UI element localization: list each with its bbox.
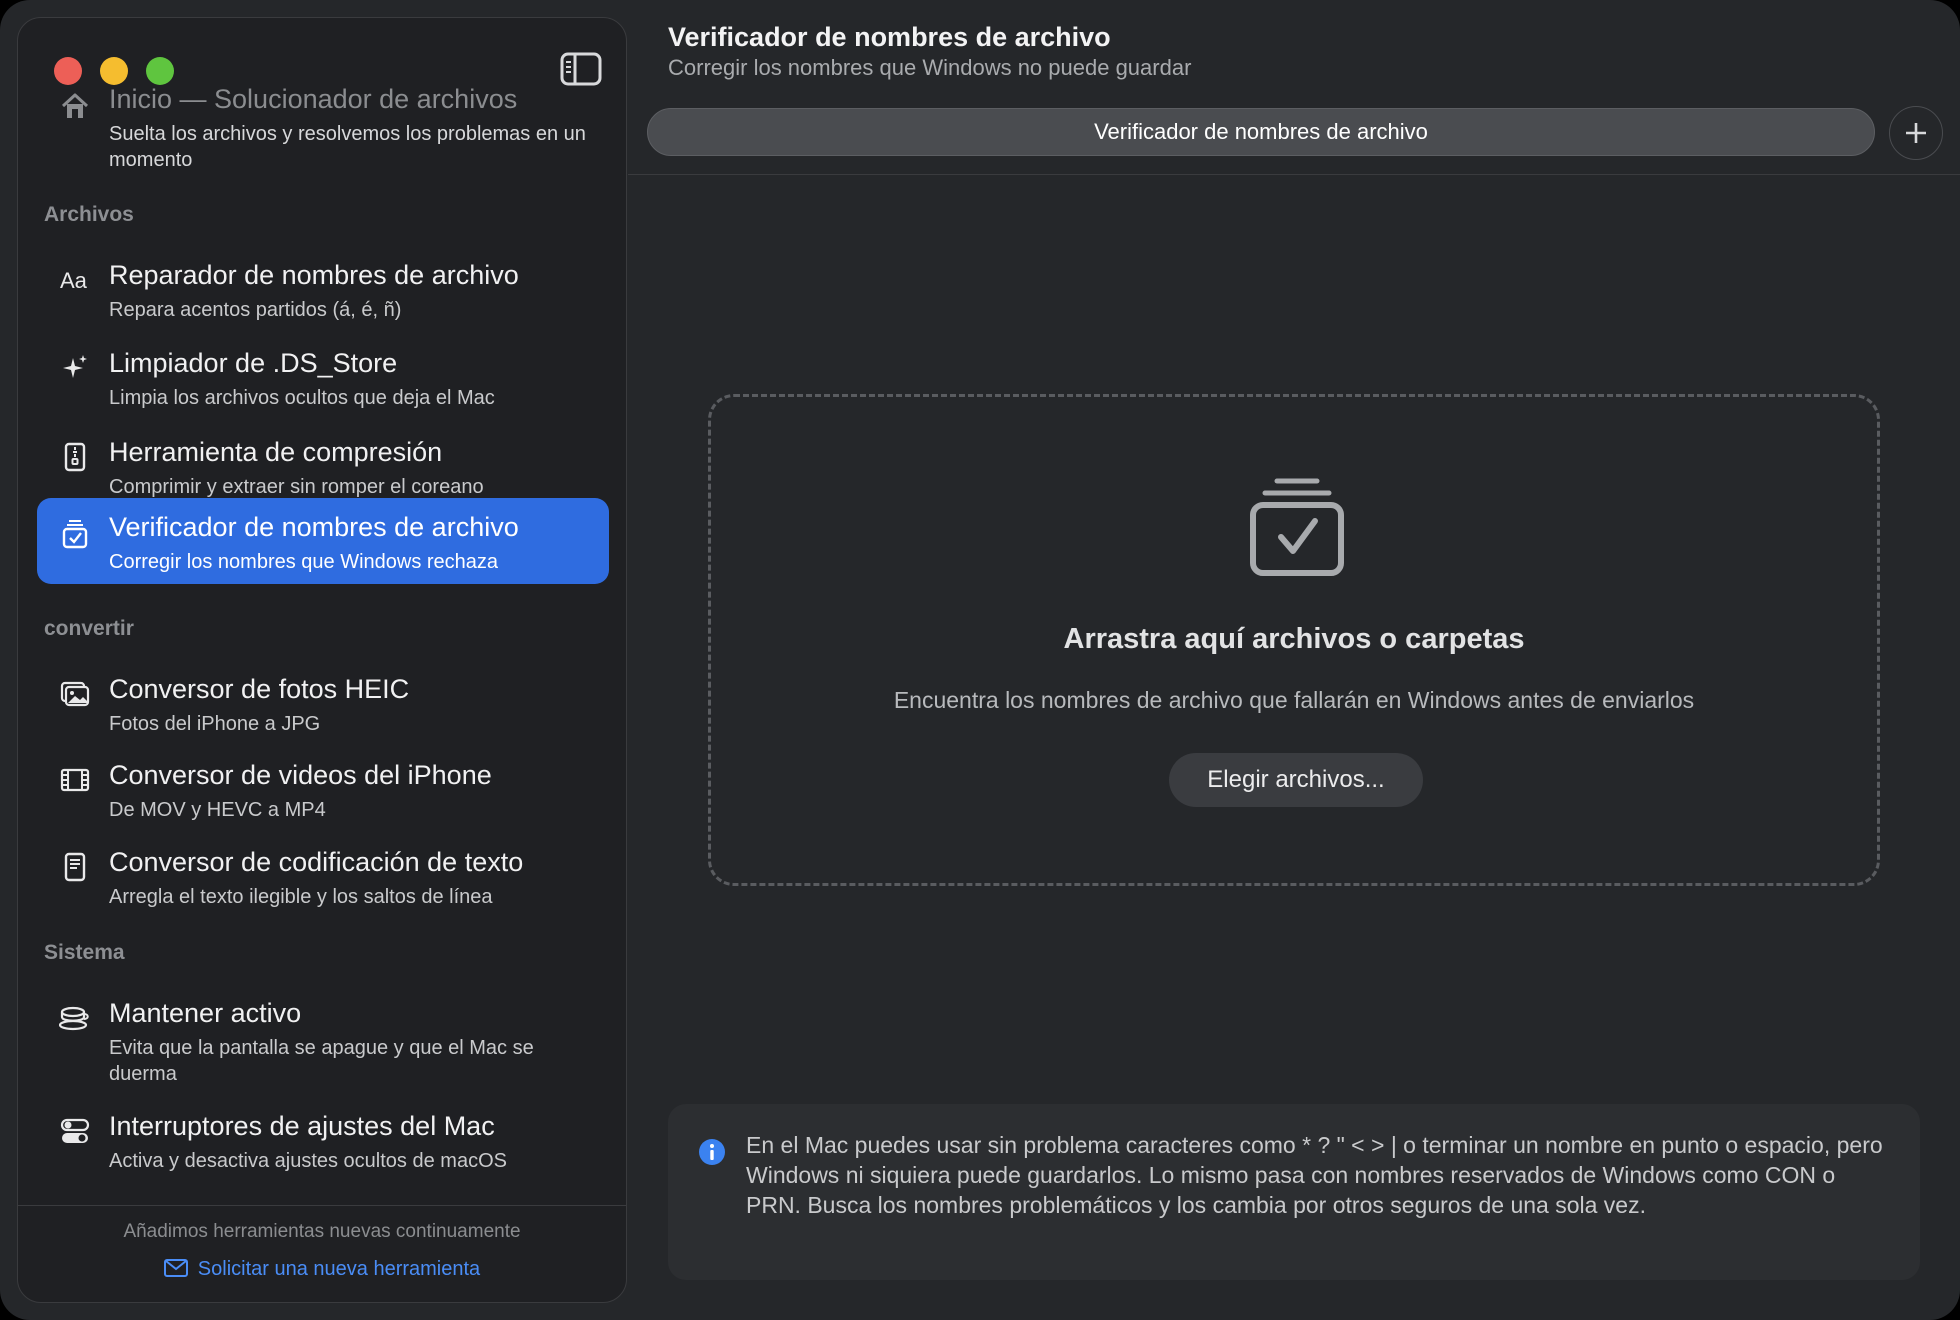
drop-zone-title: Arrastra aquí archivos o carpetas [1063, 623, 1525, 655]
sidebar-item-filename-checker[interactable]: Verificador de nombres de archivo Correg… [37, 498, 609, 584]
text-format-icon: Aa [60, 268, 88, 293]
plus-icon [1906, 123, 1926, 143]
choose-files-button[interactable]: Elegir archivos... [1169, 753, 1423, 807]
zip-icon [64, 442, 86, 472]
section-label-sistema: Sistema [44, 941, 125, 964]
sidebar-item-title: Mantener activo [109, 998, 302, 1028]
sidebar-item-title: Conversor de fotos HEIC [109, 674, 410, 704]
sidebar-item-subtitle: Limpia los archivos ocultos que deja el … [109, 387, 495, 409]
drop-zone-subtitle: Encuentra los nombres de archivo que fal… [893, 687, 1695, 713]
sidebar-item-title: Interruptores de ajustes del Mac [109, 1111, 495, 1141]
document-icon [64, 852, 86, 882]
sidebar-item-title: Conversor de videos del iPhone [109, 760, 492, 790]
sidebar-footer-text: Añadimos herramientas nuevas continuamen… [123, 1221, 521, 1242]
sidebar-item-title: Conversor de codificación de texto [109, 847, 524, 877]
photos-icon [60, 681, 90, 707]
sidebar-item-iphone-video-converter[interactable]: Conversor de videos del iPhone De MOV y … [37, 746, 609, 828]
coffee-cup-icon [59, 1006, 89, 1031]
sidebar-item-subtitle: Activa y desactiva ajustes ocultos de ma… [109, 1150, 507, 1172]
page-subtitle: Corregir los nombres que Windows no pued… [668, 55, 1192, 80]
sidebar-item-title: Limpiador de .DS_Store [109, 348, 398, 378]
checklist-tray-icon [62, 520, 88, 549]
toggles-icon [60, 1118, 90, 1143]
envelope-icon [163, 1259, 188, 1277]
house-icon [61, 93, 89, 118]
sidebar-item-ds-store-cleaner[interactable]: Limpiador de .DS_Store Limpia los archiv… [37, 334, 609, 416]
header-divider [628, 174, 1960, 175]
info-box: En el Mac puedes usar sin problema carac… [668, 1104, 1920, 1280]
sidebar-item-title: Herramienta de compresión [109, 437, 443, 467]
sidebar-item-title: Verificador de nombres de archivo [109, 512, 519, 542]
sidebar-item-text-encoding-converter[interactable]: Conversor de codificación de texto Arreg… [37, 833, 609, 915]
file-drop-zone[interactable]: Arrastra aquí archivos o carpetas Encuen… [708, 394, 1880, 886]
info-icon [699, 1139, 725, 1165]
request-tool-link-label: Solicitar una nueva herramienta [197, 1258, 481, 1280]
sidebar-item-subtitle: Comprimir y extraer sin romper el corean… [109, 476, 484, 498]
sidebar-item-subtitle: Corregir los nombres que Windows rechaza [109, 551, 499, 573]
sidebar-item-title: Inicio — Solucionador de archivos [109, 84, 518, 114]
page-title: Verificador de nombres de archivo [668, 22, 1111, 52]
checklist-tray-icon [1250, 478, 1344, 576]
sidebar-item-subtitle: Suelta los archivos y resolvemos los pro… [109, 123, 586, 171]
info-text: En el Mac puedes usar sin problema carac… [746, 1132, 1883, 1218]
sidebar-item-heic-converter[interactable]: Conversor de fotos HEIC Fotos del iPhone… [37, 660, 609, 742]
svg-text:Aa: Aa [60, 268, 88, 293]
sparkles-icon [63, 355, 87, 378]
sidebar-item-compression-tool[interactable]: Herramienta de compresión Comprimir y ex… [37, 423, 609, 505]
sidebar: Inicio — Solucionador de archivos Suelta… [17, 17, 627, 1303]
section-label-convertir: convertir [44, 617, 134, 640]
sidebar-item-subtitle: Fotos del iPhone a JPG [109, 713, 321, 735]
sidebar-item-subtitle: Repara acentos partidos (á, é, ñ) [109, 299, 402, 321]
sidebar-item-home[interactable]: Inicio — Solucionador de archivos Suelta… [37, 70, 609, 171]
app-window: Inicio — Solucionador de archivos Suelta… [0, 0, 1960, 1320]
add-tab-button[interactable] [1889, 106, 1943, 160]
sidebar-item-mac-settings-toggles[interactable]: Interruptores de ajustes del Mac Activa … [37, 1097, 609, 1179]
sidebar-item-title: Reparador de nombres de archivo [109, 260, 519, 290]
sidebar-item-keep-awake[interactable]: Mantener activo Evita que la pantalla se… [37, 984, 609, 1092]
sidebar-item-subtitle: De MOV y HEVC a MP4 [109, 799, 326, 821]
request-tool-link[interactable]: Solicitar una nueva herramienta [18, 1258, 626, 1281]
tab-filename-checker[interactable]: Verificador de nombres de archivo [647, 108, 1875, 156]
sidebar-footer-divider [18, 1205, 626, 1206]
sidebar-item-subtitle: Evita que la pantalla se apague y que el… [109, 1037, 534, 1085]
sidebar-item-filename-repair[interactable]: Aa Reparador de nombres de archivo Repar… [37, 246, 609, 328]
section-label-archivos: Archivos [44, 203, 134, 226]
film-icon [60, 768, 90, 792]
sidebar-item-subtitle: Arregla el texto ilegible y los saltos d… [109, 886, 493, 908]
